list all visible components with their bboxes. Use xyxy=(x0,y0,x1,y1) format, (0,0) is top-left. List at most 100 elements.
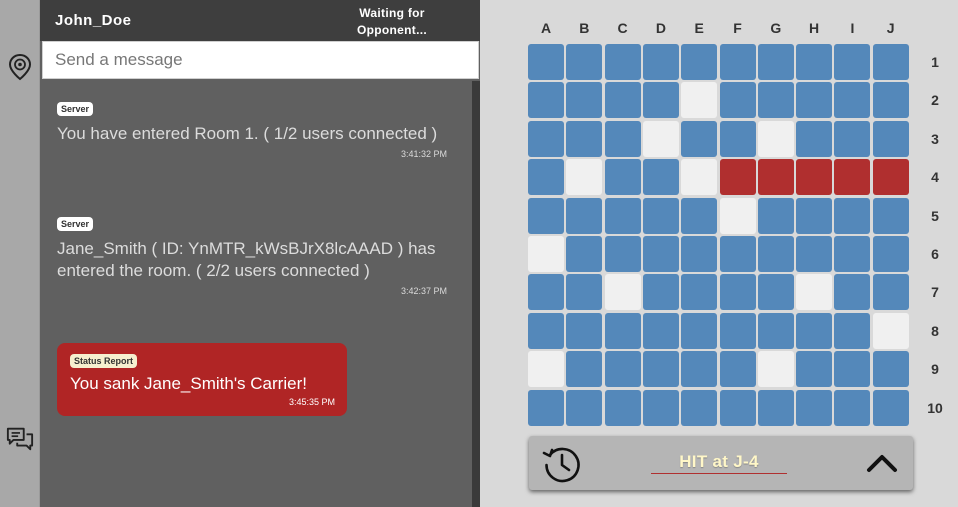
grid-cell-c-7-miss[interactable] xyxy=(604,274,641,311)
grid-cell-b-1-water[interactable] xyxy=(566,44,603,80)
grid-cell-d-8-water[interactable] xyxy=(642,312,679,349)
history-icon[interactable] xyxy=(541,443,583,485)
grid-cell-j-1-water[interactable] xyxy=(872,44,909,80)
grid-cell-j-2-water[interactable] xyxy=(872,82,909,119)
grid-cell-b-6-water[interactable] xyxy=(566,236,603,272)
grid-cell-a-10-water[interactable] xyxy=(528,389,564,426)
grid-cell-g-1-water[interactable] xyxy=(757,44,794,80)
grid-cell-f-2-water[interactable] xyxy=(719,82,756,119)
grid-cell-c-9-water[interactable] xyxy=(604,351,641,388)
grid-cell-i-4-hit[interactable] xyxy=(834,159,871,196)
grid-cell-d-3-miss[interactable] xyxy=(642,120,679,157)
grid-cell-d-9-water[interactable] xyxy=(642,351,679,388)
grid-cell-i-10-water[interactable] xyxy=(834,389,871,426)
grid-cell-d-4-water[interactable] xyxy=(642,159,679,196)
grid-cell-e-3-water[interactable] xyxy=(681,120,718,157)
grid-cell-e-10-water[interactable] xyxy=(681,389,718,426)
chat-bubbles-icon[interactable] xyxy=(6,425,34,453)
grid-cell-b-4-miss[interactable] xyxy=(566,159,603,196)
grid-cell-a-2-water[interactable] xyxy=(528,82,564,119)
grid-cell-f-1-water[interactable] xyxy=(719,44,756,80)
grid-cell-i-9-water[interactable] xyxy=(834,351,871,388)
grid-cell-g-8-water[interactable] xyxy=(757,312,794,349)
grid-cell-e-7-water[interactable] xyxy=(681,274,718,311)
grid-cell-d-1-water[interactable] xyxy=(642,44,679,80)
grid-cell-i-5-water[interactable] xyxy=(834,197,871,234)
grid-cell-a-8-water[interactable] xyxy=(528,312,564,349)
grid-cell-e-2-miss[interactable] xyxy=(681,82,718,119)
grid-cell-i-7-water[interactable] xyxy=(834,274,871,311)
grid-cell-b-5-water[interactable] xyxy=(566,197,603,234)
grid-cell-e-5-water[interactable] xyxy=(681,197,718,234)
grid-cell-g-2-water[interactable] xyxy=(757,82,794,119)
grid-cell-f-7-water[interactable] xyxy=(719,274,756,311)
grid-cell-b-9-water[interactable] xyxy=(566,351,603,388)
grid-cell-f-5-miss[interactable] xyxy=(719,197,756,234)
grid-cell-h-1-water[interactable] xyxy=(796,44,833,80)
grid-cell-f-3-water[interactable] xyxy=(719,120,756,157)
grid-cell-d-5-water[interactable] xyxy=(642,197,679,234)
grid-cell-e-8-water[interactable] xyxy=(681,312,718,349)
grid-cell-a-7-water[interactable] xyxy=(528,274,564,311)
grid-cell-e-6-water[interactable] xyxy=(681,236,718,272)
grid-cell-e-4-miss[interactable] xyxy=(681,159,718,196)
grid-cell-h-2-water[interactable] xyxy=(796,82,833,119)
grid-cell-f-6-water[interactable] xyxy=(719,236,756,272)
grid-cell-d-2-water[interactable] xyxy=(642,82,679,119)
grid-cell-b-7-water[interactable] xyxy=(566,274,603,311)
grid-cell-c-3-water[interactable] xyxy=(604,120,641,157)
grid-cell-a-5-water[interactable] xyxy=(528,197,564,234)
grid-cell-c-10-water[interactable] xyxy=(604,389,641,426)
grid-cell-j-7-water[interactable] xyxy=(872,274,909,311)
chat-scrollbar[interactable] xyxy=(472,81,480,507)
grid-cell-h-7-miss[interactable] xyxy=(796,274,833,311)
grid-cell-h-8-water[interactable] xyxy=(796,312,833,349)
grid-cell-i-6-water[interactable] xyxy=(834,236,871,272)
grid-cell-h-10-water[interactable] xyxy=(796,389,833,426)
grid-cell-a-9-miss[interactable] xyxy=(528,351,564,388)
grid-cell-h-6-water[interactable] xyxy=(796,236,833,272)
grid-cell-a-6-miss[interactable] xyxy=(528,236,564,272)
grid-cell-g-6-water[interactable] xyxy=(757,236,794,272)
grid-cell-h-5-water[interactable] xyxy=(796,197,833,234)
grid-cell-f-9-water[interactable] xyxy=(719,351,756,388)
grid-cell-c-6-water[interactable] xyxy=(604,236,641,272)
grid-cell-b-8-water[interactable] xyxy=(566,312,603,349)
grid-cell-g-7-water[interactable] xyxy=(757,274,794,311)
grid-cell-f-8-water[interactable] xyxy=(719,312,756,349)
grid-cell-g-9-miss[interactable] xyxy=(757,351,794,388)
grid-cell-a-3-water[interactable] xyxy=(528,120,564,157)
grid-cell-j-8-miss[interactable] xyxy=(872,312,909,349)
grid-cell-i-8-water[interactable] xyxy=(834,312,871,349)
grid-cell-h-4-hit[interactable] xyxy=(796,159,833,196)
grid-cell-j-10-water[interactable] xyxy=(872,389,909,426)
grid-cell-g-4-hit[interactable] xyxy=(757,159,794,196)
grid-cell-f-10-water[interactable] xyxy=(719,389,756,426)
grid-cell-a-1-water[interactable] xyxy=(528,44,564,80)
grid-cell-j-9-water[interactable] xyxy=(872,351,909,388)
grid-cell-i-3-water[interactable] xyxy=(834,120,871,157)
grid-cell-g-3-miss[interactable] xyxy=(757,120,794,157)
grid-cell-d-10-water[interactable] xyxy=(642,389,679,426)
grid-cell-d-6-water[interactable] xyxy=(642,236,679,272)
grid-cell-b-10-water[interactable] xyxy=(566,389,603,426)
grid-cell-c-5-water[interactable] xyxy=(604,197,641,234)
grid-cell-g-10-water[interactable] xyxy=(757,389,794,426)
grid-cell-g-5-water[interactable] xyxy=(757,197,794,234)
grid-cell-h-9-water[interactable] xyxy=(796,351,833,388)
grid-cell-f-4-hit[interactable] xyxy=(719,159,756,196)
grid-cell-c-8-water[interactable] xyxy=(604,312,641,349)
grid-cell-b-3-water[interactable] xyxy=(566,120,603,157)
chevron-up-icon[interactable] xyxy=(865,450,899,476)
message-input[interactable] xyxy=(42,41,479,79)
grid-cell-e-1-water[interactable] xyxy=(681,44,718,80)
grid-cell-j-3-water[interactable] xyxy=(872,120,909,157)
grid-cell-c-4-water[interactable] xyxy=(604,159,641,196)
grid-cell-e-9-water[interactable] xyxy=(681,351,718,388)
grid-cell-c-2-water[interactable] xyxy=(604,82,641,119)
grid-cell-b-2-water[interactable] xyxy=(566,82,603,119)
grid-cell-j-6-water[interactable] xyxy=(872,236,909,272)
grid-cell-j-4-hit[interactable] xyxy=(872,159,909,196)
grid-cell-j-5-water[interactable] xyxy=(872,197,909,234)
location-pin-icon[interactable] xyxy=(6,53,34,81)
